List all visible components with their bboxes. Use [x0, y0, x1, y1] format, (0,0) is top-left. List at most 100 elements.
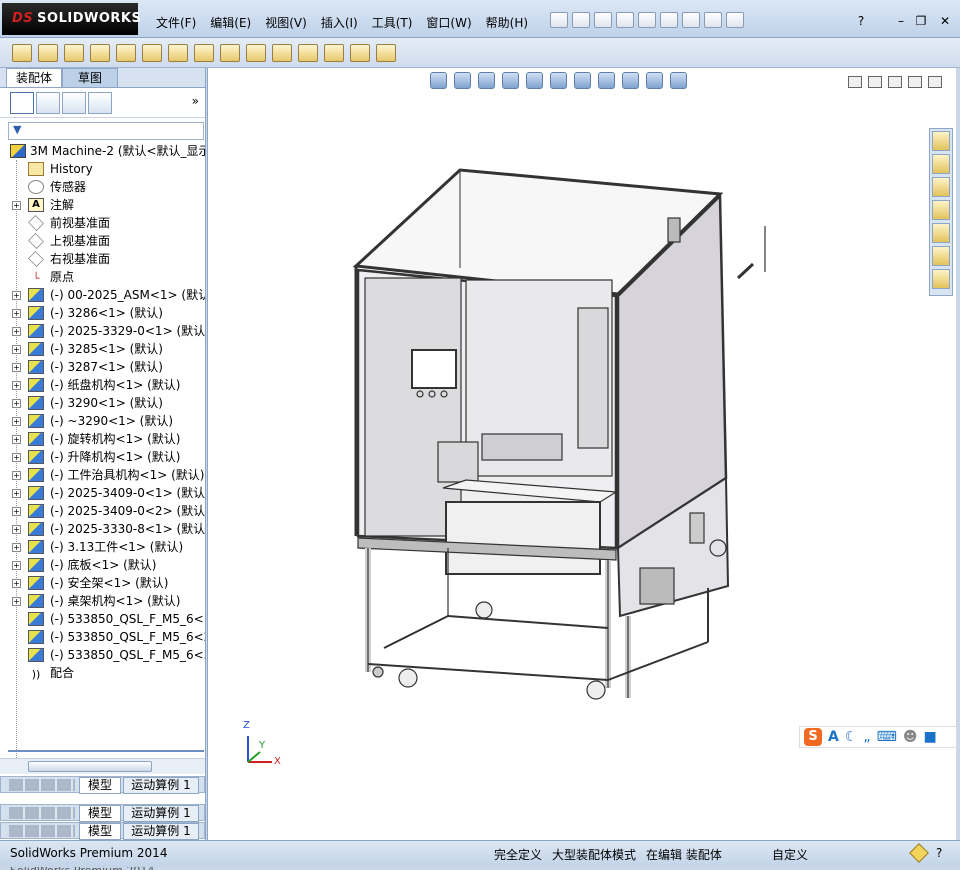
- print-icon[interactable]: [616, 12, 634, 28]
- tab-motion-study[interactable]: 运动算例 1: [123, 805, 199, 822]
- feature-manager-icon[interactable]: [10, 91, 34, 114]
- expand-toggle-icon[interactable]: +: [12, 507, 21, 516]
- menu-help[interactable]: 帮助(H): [480, 14, 534, 31]
- tree-item[interactable]: + A 注解: [0, 196, 205, 214]
- tree-item[interactable]: + (-) 安全架<1> (默认): [0, 574, 205, 592]
- expand-toggle-icon[interactable]: +: [12, 201, 21, 210]
- property-manager-icon[interactable]: [36, 91, 60, 114]
- tree-item[interactable]: + (-) 3285<1> (默认): [0, 340, 205, 358]
- tree-item[interactable]: )) 配合: [0, 664, 205, 682]
- file-explorer-icon[interactable]: [932, 200, 950, 220]
- menu-view[interactable]: 视图(V): [259, 14, 313, 31]
- tab-model[interactable]: 模型: [79, 805, 121, 822]
- expand-toggle-icon[interactable]: +: [12, 381, 21, 390]
- tab-motion-study[interactable]: 运动算例 1: [123, 777, 199, 794]
- view-palette-icon[interactable]: [932, 223, 950, 243]
- expand-toggle-icon[interactable]: +: [12, 345, 21, 354]
- tree-item[interactable]: + (-) 3290<1> (默认): [0, 394, 205, 412]
- file-properties-icon[interactable]: [704, 12, 722, 28]
- status-units[interactable]: 自定义: [772, 846, 808, 863]
- new-motion-study-icon[interactable]: [220, 43, 240, 62]
- expand-toggle-icon[interactable]: +: [12, 525, 21, 534]
- smart-fasteners-icon[interactable]: [90, 43, 110, 62]
- display-manager-icon[interactable]: [88, 91, 112, 114]
- tree-item[interactable]: 传感器: [0, 178, 205, 196]
- tab-scroll-arrows[interactable]: [9, 779, 75, 791]
- scrollbar-thumb[interactable]: [28, 761, 152, 772]
- skin-icon[interactable]: ■: [924, 729, 937, 745]
- tree-root[interactable]: 3M Machine-2 (默认<默认_显示: [0, 142, 205, 160]
- menu-insert[interactable]: 插入(I): [315, 14, 364, 31]
- tree-item[interactable]: + (-) 2025-3329-0<1> (默认): [0, 322, 205, 340]
- tree-item[interactable]: + (-) 桌架机构<1> (默认): [0, 592, 205, 610]
- rollback-bar[interactable]: [8, 750, 204, 752]
- insert-component-icon[interactable]: [12, 43, 32, 62]
- horizontal-scrollbar[interactable]: [0, 758, 205, 774]
- expand-toggle-icon[interactable]: +: [12, 417, 21, 426]
- minimize-button[interactable]: –: [892, 14, 910, 28]
- tree-item[interactable]: + (-) 3.13工件<1> (默认): [0, 538, 205, 556]
- tab-sketch[interactable]: 草图: [62, 68, 118, 88]
- tab-motion-study[interactable]: 运动算例 1: [123, 823, 199, 840]
- punctuation-icon[interactable]: „: [863, 729, 870, 745]
- menu-window[interactable]: 窗口(W): [420, 14, 477, 31]
- tree-item[interactable]: └ 原点: [0, 268, 205, 286]
- tree-item[interactable]: + (-) 3287<1> (默认): [0, 358, 205, 376]
- solidworks-logo[interactable]: DS SOLIDWORKS: [2, 3, 141, 35]
- expand-toggle-icon[interactable]: +: [12, 561, 21, 570]
- options-icon[interactable]: [726, 12, 744, 28]
- tree-item[interactable]: 前视基准面: [0, 214, 205, 232]
- restore-button[interactable]: ❐: [912, 14, 930, 28]
- tree-item[interactable]: + (-) 纸盘机构<1> (默认): [0, 376, 205, 394]
- expand-toggle-icon[interactable]: +: [12, 291, 21, 300]
- exploded-view-icon[interactable]: [272, 43, 292, 62]
- user-icon[interactable]: ☻: [903, 729, 918, 745]
- move-component-icon[interactable]: [116, 43, 136, 62]
- open-file-icon[interactable]: [572, 12, 590, 28]
- expand-toggle-icon[interactable]: +: [12, 309, 21, 318]
- tree-item[interactable]: + (-) ~3290<1> (默认): [0, 412, 205, 430]
- expand-toggle-icon[interactable]: +: [12, 363, 21, 372]
- tree-item[interactable]: + (-) 升降机构<1> (默认): [0, 448, 205, 466]
- tree-item[interactable]: + (-) 旋转机构<1> (默认): [0, 430, 205, 448]
- expand-toggle-icon[interactable]: +: [12, 453, 21, 462]
- ime-mode-label[interactable]: A: [828, 729, 839, 745]
- new-file-icon[interactable]: [550, 12, 568, 28]
- linear-pattern-icon[interactable]: [64, 43, 84, 62]
- reference-geometry-icon[interactable]: [194, 43, 214, 62]
- tab-model[interactable]: 模型: [79, 777, 121, 794]
- large-assembly-icon[interactable]: [350, 43, 370, 62]
- instant3d-icon[interactable]: [324, 43, 344, 62]
- tree-item[interactable]: (-) 533850_QSL_F_M5_6<3>: [0, 646, 205, 664]
- tree-item[interactable]: (-) 533850_QSL_F_M5_6<2>: [0, 628, 205, 646]
- rebuild-tag-icon[interactable]: [909, 843, 929, 863]
- tree-item[interactable]: 上视基准面: [0, 232, 205, 250]
- mate-icon[interactable]: [38, 43, 58, 62]
- expand-toggle-icon[interactable]: +: [12, 327, 21, 336]
- expand-toggle-icon[interactable]: +: [12, 471, 21, 480]
- keyboard-icon[interactable]: ⌨: [877, 729, 897, 745]
- select-pointer-icon[interactable]: [660, 12, 678, 28]
- tree-item[interactable]: + (-) 00-2025_ASM<1> (默认): [0, 286, 205, 304]
- tab-assembly[interactable]: 装配体: [6, 68, 62, 88]
- snapshot-icon[interactable]: [376, 43, 396, 62]
- status-help-icon[interactable]: ?: [936, 846, 942, 860]
- tree-item[interactable]: 右视基准面: [0, 250, 205, 268]
- expand-toggle-icon[interactable]: +: [12, 489, 21, 498]
- graphics-area[interactable]: Z Y X: [207, 68, 956, 840]
- tree-item[interactable]: History: [0, 160, 205, 178]
- sogou-logo-icon[interactable]: S: [804, 728, 822, 746]
- home-icon[interactable]: [932, 154, 950, 174]
- tree-item[interactable]: + (-) 2025-3409-0<2> (默认): [0, 502, 205, 520]
- save-icon[interactable]: [594, 12, 612, 28]
- machine-3d-model[interactable]: [208, 68, 957, 840]
- expand-toggle-icon[interactable]: +: [12, 579, 21, 588]
- rebuild-icon[interactable]: [682, 12, 700, 28]
- menu-tools[interactable]: 工具(T): [366, 14, 419, 31]
- tree-filter-input[interactable]: ▼: [8, 122, 204, 140]
- tab-model[interactable]: 模型: [79, 823, 121, 840]
- expand-toggle-icon[interactable]: +: [12, 597, 21, 606]
- tree-item[interactable]: + (-) 2025-3409-0<1> (默认): [0, 484, 205, 502]
- menu-edit[interactable]: 编辑(E): [204, 14, 257, 31]
- assembly-features-icon[interactable]: [168, 43, 188, 62]
